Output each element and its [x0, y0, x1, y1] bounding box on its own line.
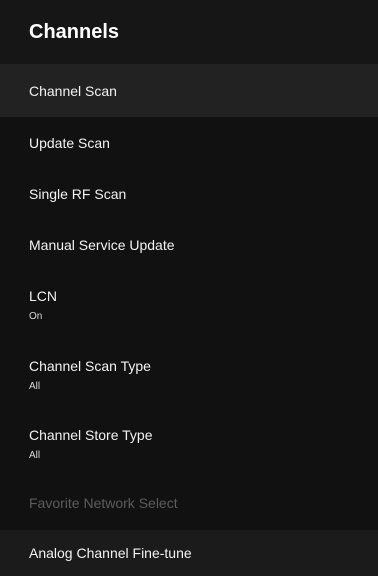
channels-settings-panel: Channels Channel Scan Update Scan Single… [0, 0, 378, 576]
menu-item-value: All [29, 450, 41, 461]
menu-item-label: Channel Scan Type [29, 358, 151, 374]
menu-item-value: On [29, 311, 43, 322]
menu-item-value: All [29, 381, 41, 392]
menu-item-label: Manual Service Update [29, 237, 175, 253]
menu-item-label: Single RF Scan [29, 186, 127, 202]
menu-item-lcn[interactable]: LCN On [0, 270, 378, 341]
menu-item-update-scan[interactable]: Update Scan [0, 117, 378, 168]
menu-item-label: Favorite Network Select [29, 495, 178, 511]
menu-item-label: Channel Store Type [29, 427, 153, 443]
menu-item-analog-channel-fine-tune[interactable]: Analog Channel Fine-tune [0, 530, 378, 576]
menu-item-single-rf-scan[interactable]: Single RF Scan [0, 168, 378, 219]
menu-item-channel-scan-type[interactable]: Channel Scan Type All [0, 341, 378, 410]
menu-item-favorite-network-select: Favorite Network Select [0, 479, 378, 530]
menu-item-label: Analog Channel Fine-tune [29, 545, 192, 561]
menu-item-channel-scan[interactable]: Channel Scan [0, 64, 378, 117]
menu-item-channel-store-type[interactable]: Channel Store Type All [0, 410, 378, 479]
menu-item-manual-service-update[interactable]: Manual Service Update [0, 219, 378, 270]
panel-header: Channels [0, 0, 378, 64]
menu-item-label: LCN [29, 288, 58, 304]
menu-item-label: Channel Scan [29, 83, 117, 99]
menu-item-label: Update Scan [29, 135, 110, 151]
page-title: Channels [29, 21, 120, 43]
